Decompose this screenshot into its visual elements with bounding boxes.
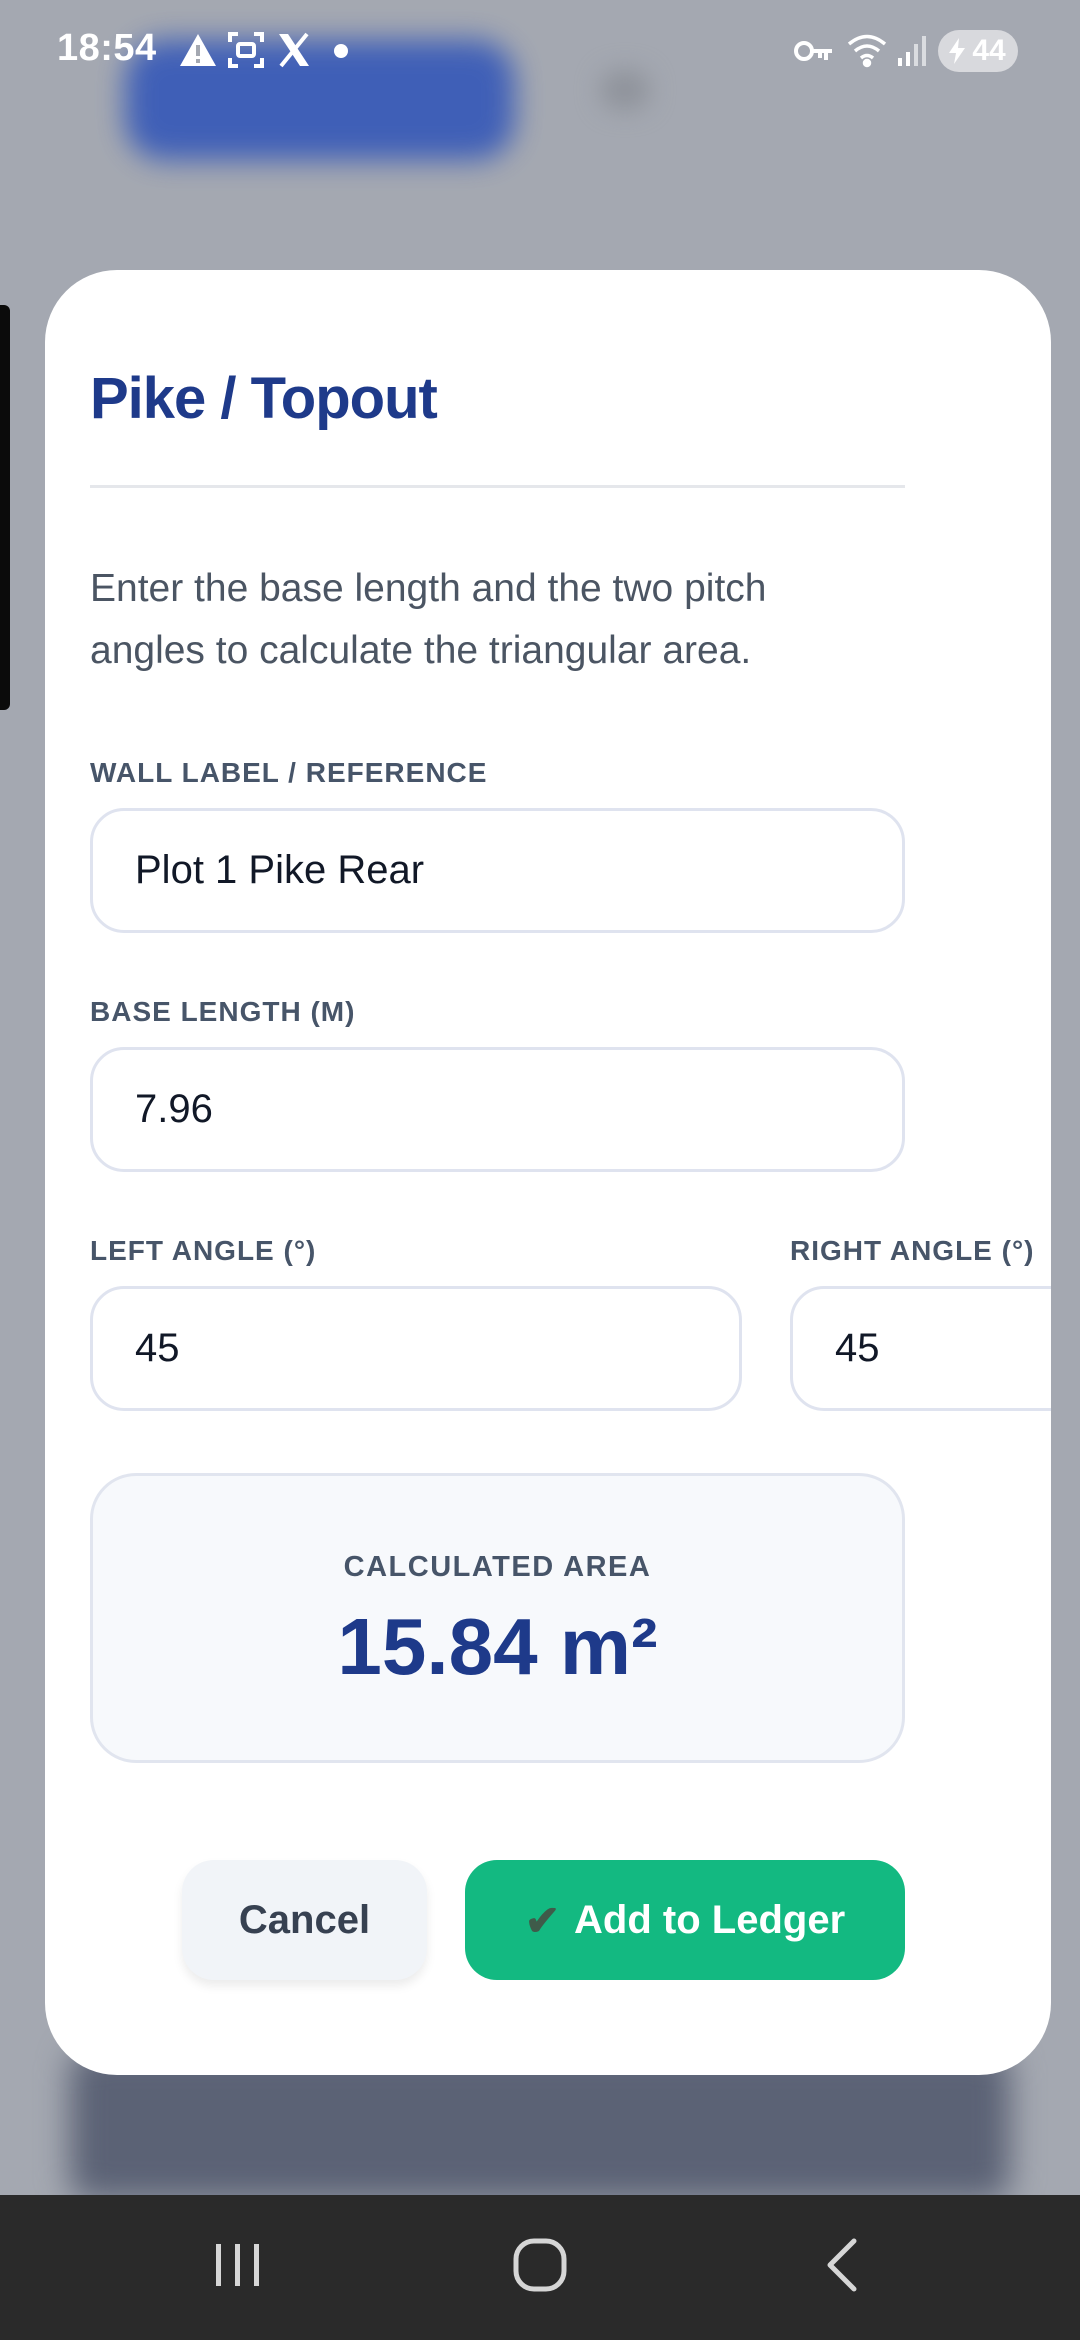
dialog-title: Pike / Topout (90, 366, 438, 431)
side-panel-edge (0, 305, 10, 710)
calculated-area-value: 15.84 m² (337, 1602, 658, 1691)
status-time: 18:54 (57, 27, 157, 69)
recent-apps-button[interactable] (158, 2195, 318, 2340)
right-angle-input[interactable] (790, 1286, 1051, 1411)
signal-icon (896, 34, 930, 73)
wall-label-field-label: WALL LABEL / REFERENCE (90, 757, 488, 788)
add-to-ledger-button[interactable]: ✔ Add to Ledger (465, 1860, 905, 1980)
base-length-input[interactable] (90, 1047, 905, 1172)
back-icon (822, 2237, 862, 2298)
battery-level: 44 (972, 34, 1006, 67)
navigation-bar (0, 2195, 1080, 2340)
home-button[interactable] (460, 2195, 620, 2340)
title-divider (90, 485, 905, 488)
pike-topout-dialog: Pike / Topout Enter the base length and … (45, 270, 1051, 2075)
add-to-ledger-label: Add to Ledger (574, 1897, 846, 1942)
left-angle-input[interactable] (90, 1286, 742, 1411)
back-button[interactable] (762, 2195, 922, 2340)
calculated-area-panel: CALCULATED AREA 15.84 m² (90, 1473, 905, 1763)
cancel-button[interactable]: Cancel (182, 1860, 427, 1980)
checkmark-icon: ✔ (524, 1896, 561, 1944)
dot-icon (334, 44, 348, 63)
left-angle-field-label: LEFT ANGLE (°) (90, 1235, 317, 1266)
alert-triangle-icon (178, 30, 218, 75)
dialog-description: Enter the base length and the two pitch … (90, 567, 767, 672)
wifi-icon (846, 32, 888, 73)
calculated-area-label: CALCULATED AREA (343, 1551, 652, 1583)
status-bar: 18:54 44 (0, 0, 1080, 100)
x-app-icon (274, 30, 314, 75)
home-icon (512, 2237, 568, 2298)
base-length-field-label: BASE LENGTH (M) (90, 996, 356, 1027)
battery-charging-icon (946, 36, 968, 74)
battery-indicator: 44 (938, 30, 1018, 72)
wall-label-input[interactable] (90, 808, 905, 933)
right-angle-field-label: RIGHT ANGLE (°) (790, 1235, 1035, 1266)
recent-apps-icon (212, 2240, 264, 2295)
vpn-key-icon (794, 36, 834, 71)
screenshot-icon (226, 30, 266, 75)
